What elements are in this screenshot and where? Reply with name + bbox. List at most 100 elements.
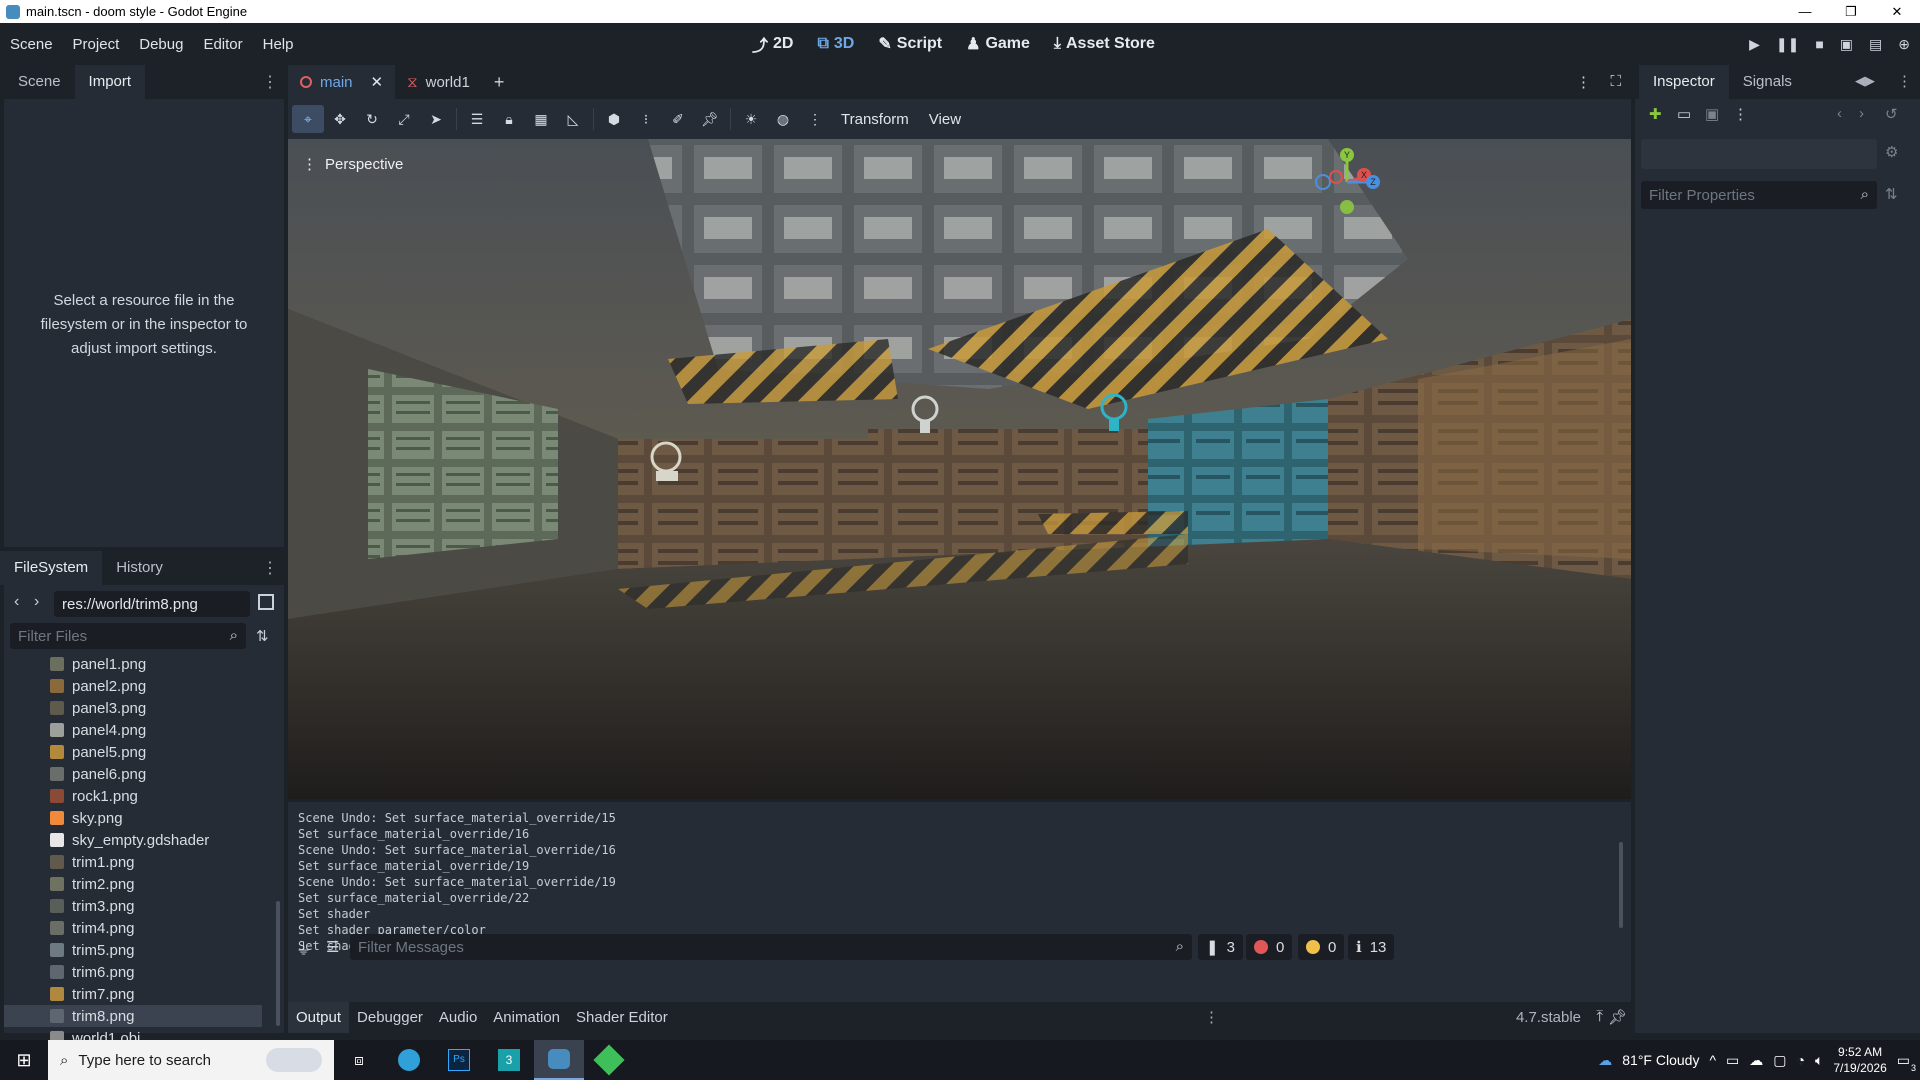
photoshop-icon[interactable]: Ps: [434, 1040, 484, 1080]
file-item[interactable]: trim6.png: [4, 961, 276, 983]
filter-properties-input[interactable]: Filter Properties ⌕: [1641, 181, 1877, 209]
file-item[interactable]: trim8.png: [4, 1005, 262, 1027]
pin-icon[interactable]: 📌︎: [694, 111, 726, 128]
file-item[interactable]: trim7.png: [4, 983, 276, 1005]
tab-inspector[interactable]: Inspector: [1639, 65, 1729, 99]
scene-tabs-menu-icon[interactable]: ⋮: [1576, 73, 1591, 91]
split-view-icon[interactable]: [258, 594, 274, 610]
onedrive-icon[interactable]: ☁: [1749, 1052, 1763, 1069]
file-item[interactable]: panel4.png: [4, 719, 276, 741]
back-icon[interactable]: ‹: [14, 593, 19, 611]
edge-icon[interactable]: [384, 1040, 434, 1080]
notifications-icon[interactable]: ▭ 3: [1897, 1052, 1916, 1073]
tab-scene[interactable]: Scene: [4, 65, 75, 99]
file-item[interactable]: panel6.png: [4, 763, 276, 785]
file-item[interactable]: panel2.png: [4, 675, 276, 697]
error-count-toggle[interactable]: 0: [1246, 934, 1293, 960]
orientation-gizmo[interactable]: Y X Z: [1312, 147, 1382, 217]
filter-messages-input[interactable]: Filter Messages ⌕: [350, 934, 1192, 960]
windows-start-icon[interactable]: ⊞: [0, 1050, 48, 1071]
mode-asset-store-button[interactable]: ⤓ Asset Store: [1054, 35, 1155, 53]
paint-icon[interactable]: ✐: [662, 111, 694, 128]
tab-signals[interactable]: Signals: [1729, 65, 1806, 99]
file-item[interactable]: panel5.png: [4, 741, 276, 763]
file-item[interactable]: trim1.png: [4, 851, 276, 873]
toggle-search-icon[interactable]: ☰: [326, 938, 339, 956]
play-custom-scene-icon[interactable]: ▤: [1869, 36, 1882, 53]
rotate-mode-icon[interactable]: ↻: [356, 111, 388, 128]
scale-mode-icon[interactable]: ⤢: [388, 111, 420, 128]
play-icon[interactable]: ▶: [1749, 36, 1760, 53]
file-item[interactable]: rock1.png: [4, 785, 276, 807]
tab-shader-editor[interactable]: Shader Editor: [568, 1002, 676, 1033]
ruler-icon[interactable]: ◺: [557, 111, 589, 128]
minimize-button[interactable]: —: [1782, 0, 1828, 23]
weather-label[interactable]: 81°F Cloudy: [1622, 1052, 1699, 1068]
meet-icon[interactable]: ▭: [1726, 1052, 1739, 1069]
history-forward-icon[interactable]: ›: [1859, 105, 1864, 122]
select-mode-icon[interactable]: ⌖: [292, 105, 324, 133]
play-scene-icon[interactable]: ▣: [1840, 36, 1853, 53]
file-item[interactable]: trim5.png: [4, 939, 276, 961]
expand-panel-icon[interactable]: ⤒: [1596, 1008, 1603, 1025]
inspector-menu-icon[interactable]: ⋮: [1733, 105, 1748, 123]
file-item[interactable]: panel1.png: [4, 653, 276, 675]
menu-debug[interactable]: Debug: [129, 36, 193, 53]
movie-maker-icon[interactable]: ⊕: [1898, 36, 1910, 53]
mode-3d-button[interactable]: ⧉ 3D: [817, 35, 854, 53]
group-icon[interactable]: ▦: [525, 111, 557, 128]
lock-icon[interactable]: 🔒︎: [493, 111, 525, 128]
maximize-button[interactable]: ❐: [1828, 0, 1874, 23]
transform-menu[interactable]: Transform: [831, 111, 919, 128]
file-item[interactable]: trim2.png: [4, 873, 276, 895]
warning-count-toggle[interactable]: 0: [1298, 934, 1345, 960]
path-field[interactable]: res://world/trim8.png: [54, 591, 250, 617]
move-mode-icon[interactable]: ✥: [324, 111, 356, 128]
history-icon[interactable]: ↺: [1885, 105, 1898, 123]
weather-icon[interactable]: ☁: [1598, 1052, 1612, 1069]
3dsmax-icon[interactable]: 3: [484, 1040, 534, 1080]
dock-menu-icon[interactable]: ⋮: [262, 72, 278, 92]
menu-project[interactable]: Project: [63, 36, 130, 53]
mode-script-button[interactable]: ✎ Script: [878, 34, 942, 54]
filter-files-input[interactable]: Filter Files ⌕: [10, 623, 246, 649]
snap-grid-icon[interactable]: ⁝: [630, 111, 662, 128]
forward-icon[interactable]: ›: [34, 593, 39, 611]
file-item[interactable]: sky.png: [4, 807, 276, 829]
info-count-toggle[interactable]: ℹ 13: [1348, 934, 1395, 960]
clock[interactable]: 9:52 AM 7/19/2026: [1833, 1044, 1886, 1076]
file-item[interactable]: trim3.png: [4, 895, 276, 917]
tab-filesystem[interactable]: FileSystem: [0, 551, 103, 585]
stop-icon[interactable]: ■: [1815, 36, 1823, 52]
local-space-icon[interactable]: ⬢: [598, 111, 630, 128]
menu-editor[interactable]: Editor: [193, 36, 252, 53]
message-count-toggle[interactable]: ❚ 3: [1198, 934, 1243, 960]
snap-icon[interactable]: ☰: [461, 111, 493, 128]
bottom-panel-menu-icon[interactable]: ⋮: [1204, 1008, 1219, 1026]
history-back-icon[interactable]: ‹: [1837, 105, 1842, 122]
output-scrollbar[interactable]: [1619, 842, 1623, 928]
mode-game-button[interactable]: ♟ Game: [966, 34, 1030, 54]
tab-audio[interactable]: Audio: [431, 1002, 485, 1033]
open-resource-icon[interactable]: ▭: [1677, 105, 1691, 123]
object-properties-icon[interactable]: ⚙: [1885, 143, 1898, 161]
volume-icon[interactable]: 🔈︎: [1815, 1052, 1823, 1069]
toolbar-more-icon[interactable]: ⋮: [799, 111, 831, 128]
clear-output-icon[interactable]: ⏚: [296, 938, 311, 959]
sun-preview-icon[interactable]: ☀: [735, 111, 767, 128]
sort-icon[interactable]: ⇅: [256, 627, 269, 645]
tab-animation[interactable]: Animation: [485, 1002, 568, 1033]
distraction-free-icon[interactable]: ⛶: [1610, 73, 1621, 90]
task-view-icon[interactable]: ⧈: [334, 1040, 384, 1080]
scene-tab-main[interactable]: main ✕: [288, 65, 396, 99]
list-select-icon[interactable]: ➤: [420, 111, 452, 128]
tab-output[interactable]: Output: [288, 1002, 350, 1033]
tab-history[interactable]: History: [102, 551, 177, 585]
menu-help[interactable]: Help: [253, 36, 304, 53]
add-scene-tab-button[interactable]: +: [482, 65, 517, 99]
environment-preview-icon[interactable]: ◍: [767, 111, 799, 128]
tab-import[interactable]: Import: [74, 65, 146, 99]
filelist-scrollbar[interactable]: [276, 901, 280, 1026]
wifi-icon[interactable]: ◔: [1797, 1052, 1805, 1068]
perspective-menu[interactable]: ⋮ Perspective: [302, 155, 403, 174]
